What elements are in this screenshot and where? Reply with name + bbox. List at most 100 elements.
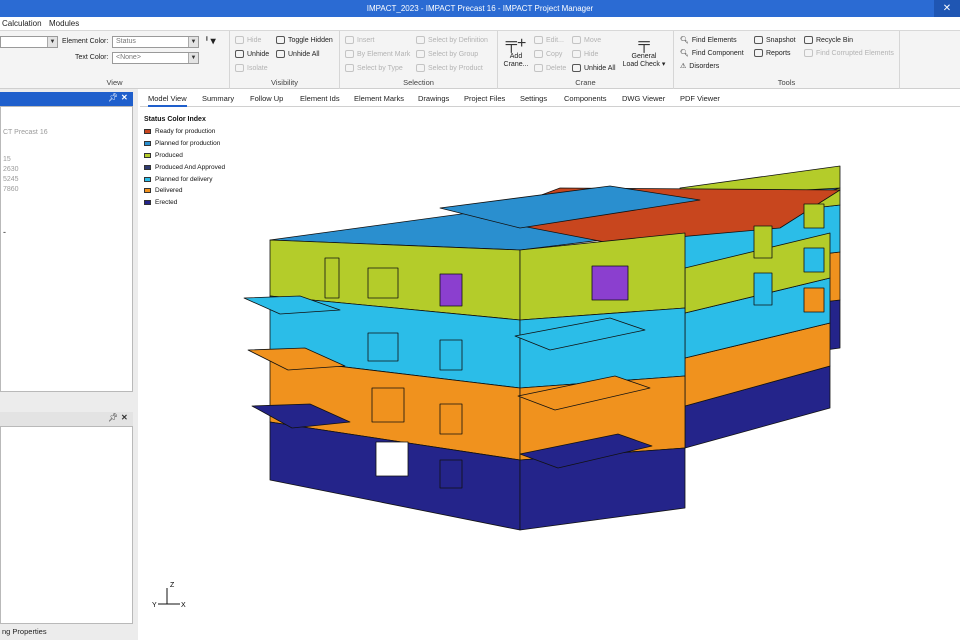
legend-item: Produced bbox=[144, 150, 225, 162]
report-icon bbox=[754, 49, 763, 57]
pin-icon[interactable]: 📌︎ bbox=[108, 413, 118, 422]
reports-button[interactable]: Reports bbox=[754, 49, 791, 57]
panel-header-bottom: 📌︎ ✕ bbox=[0, 412, 133, 426]
camera-icon bbox=[754, 36, 763, 44]
tree-item[interactable]: 15 bbox=[3, 156, 11, 163]
insert-button[interactable]: Insert bbox=[345, 36, 375, 44]
tree-item[interactable]: 7860 bbox=[3, 186, 19, 193]
text-color-select[interactable]: <None> ▼ bbox=[112, 52, 199, 64]
legend-item: Ready for production bbox=[144, 126, 225, 138]
tab-summary[interactable]: Summary bbox=[202, 94, 234, 103]
toggle-icon bbox=[276, 36, 285, 44]
crane-unhide-all-button[interactable]: Unhide All bbox=[572, 64, 616, 72]
legend-item: Planned for production bbox=[144, 138, 225, 150]
tab-components[interactable]: Components bbox=[564, 94, 607, 103]
building-3d-model[interactable] bbox=[140, 108, 960, 640]
snapshot-button[interactable]: Snapshot bbox=[754, 36, 796, 44]
unhide-all-button[interactable]: Unhide All bbox=[276, 50, 320, 58]
tab-element-marks[interactable]: Element Marks bbox=[354, 94, 404, 103]
select-by-group-button[interactable]: Select by Group bbox=[416, 50, 478, 58]
ribbon-group-visibility: Hide Unhide Isolate Toggle Hidden Unhide… bbox=[230, 31, 340, 89]
tab-element-ids[interactable]: Element Ids bbox=[300, 94, 340, 103]
left-dropdown[interactable]: ▼ bbox=[0, 36, 58, 48]
close-icon[interactable]: ✕ bbox=[121, 413, 128, 422]
model-viewport[interactable]: Status Color Index Ready for production P… bbox=[140, 108, 960, 640]
pin-icon[interactable]: 📌︎ bbox=[108, 93, 118, 102]
tab-dwg-viewer[interactable]: DWG Viewer bbox=[622, 94, 665, 103]
tab-pdf-viewer[interactable]: PDF Viewer bbox=[680, 94, 720, 103]
axis-y-label: Y bbox=[152, 602, 157, 609]
tab-bar: Model View Summary Follow Up Element Ids… bbox=[140, 91, 960, 107]
menu-modules[interactable]: Modules bbox=[49, 19, 79, 28]
tab-project-files[interactable]: Project Files bbox=[464, 94, 505, 103]
corrupted-icon bbox=[804, 49, 813, 57]
select-by-definition-button[interactable]: Select by Definition bbox=[416, 36, 488, 44]
group-label-crane: Crane bbox=[575, 78, 596, 87]
warning-icon: ⚠ bbox=[680, 63, 687, 70]
properties-panel bbox=[0, 426, 133, 624]
ribbon-group-tools: 🔍︎ Find Elements 🔍︎ Find Component ⚠ Disord… bbox=[674, 31, 900, 89]
tab-follow-up[interactable]: Follow Up bbox=[250, 94, 283, 103]
legend-swatch bbox=[144, 188, 151, 194]
eye-icon bbox=[276, 50, 285, 58]
group-label-selection: Selection bbox=[403, 78, 434, 87]
tree-item[interactable]: 5245 bbox=[3, 176, 19, 183]
select-by-product-button[interactable]: Select by Product bbox=[416, 64, 483, 72]
group-label-tools: Tools bbox=[777, 78, 796, 87]
info-icon[interactable]: ⁱ ▾ bbox=[206, 36, 216, 47]
recycle-bin-button[interactable]: Recycle Bin bbox=[804, 36, 853, 44]
legend-swatch bbox=[144, 176, 151, 182]
tree-item[interactable]: 2630 bbox=[3, 166, 19, 173]
crane-delete-button[interactable]: Delete bbox=[534, 64, 566, 72]
window-titlebar: IMPACT_2023 - IMPACT Precast 16 - IMPACT… bbox=[0, 0, 960, 17]
legend-swatch bbox=[144, 129, 151, 135]
type-icon bbox=[345, 64, 354, 72]
add-crane-button[interactable]: ╤+ Add Crane... bbox=[502, 35, 530, 69]
element-color-select[interactable]: Status ▼ bbox=[112, 36, 199, 48]
move-icon bbox=[572, 36, 581, 44]
tab-model-view[interactable]: Model View bbox=[148, 94, 187, 107]
axis-z-label: Z bbox=[170, 582, 175, 589]
window-title: IMPACT_2023 - IMPACT Precast 16 - IMPACT… bbox=[366, 4, 594, 13]
find-component-button[interactable]: 🔍︎ Find Component bbox=[680, 49, 744, 58]
toggle-hidden-button[interactable]: Toggle Hidden bbox=[276, 36, 333, 44]
legend-title: Status Color Index bbox=[144, 116, 206, 123]
legend-item: Planned for delivery bbox=[144, 173, 225, 185]
isolate-button[interactable]: Isolate bbox=[235, 64, 268, 72]
crane-hide-button[interactable]: Hide bbox=[572, 50, 598, 58]
legend-label: Ready for production bbox=[155, 128, 216, 136]
copy-icon bbox=[534, 50, 543, 58]
tree-item[interactable]: CT Precast 16 bbox=[3, 129, 48, 136]
select-by-type-button[interactable]: Select by Type bbox=[345, 64, 403, 72]
hide-button[interactable]: Hide bbox=[235, 36, 261, 44]
close-window-icon[interactable]: ✕ bbox=[934, 0, 960, 17]
unhide-button[interactable]: Unhide bbox=[235, 50, 269, 58]
axis-gizmo: Z X Y bbox=[150, 578, 190, 614]
legend-label: Erected bbox=[155, 199, 178, 207]
find-elements-button[interactable]: 🔍︎ Find Elements bbox=[680, 36, 737, 45]
group-label-visibility: Visibility bbox=[271, 78, 298, 87]
general-load-check-button[interactable]: ╤ General Load Check ▾ bbox=[620, 35, 668, 69]
eye-icon bbox=[572, 50, 581, 58]
tree-marker: - bbox=[3, 227, 6, 237]
tab-settings[interactable]: Settings bbox=[520, 94, 547, 103]
properties-tab[interactable]: ng Properties bbox=[0, 625, 49, 638]
by-element-mark-button[interactable]: By Element Mark bbox=[345, 50, 410, 58]
find-corrupted-elements-button[interactable]: Find Corrupted Elements bbox=[804, 49, 894, 57]
search-icon: 🔍︎ bbox=[680, 37, 689, 44]
edit-icon bbox=[534, 36, 543, 44]
crane-copy-button[interactable]: Copy bbox=[534, 50, 562, 58]
tab-drawings[interactable]: Drawings bbox=[418, 94, 449, 103]
crane-add-icon: ╤+ bbox=[505, 35, 527, 52]
menu-bar: Calculation Modules bbox=[0, 17, 960, 31]
mark-icon bbox=[345, 50, 354, 58]
group-label-view: View bbox=[106, 78, 123, 87]
menu-calculation[interactable]: Calculation bbox=[2, 19, 42, 28]
crane-edit-button[interactable]: Edit... bbox=[534, 36, 564, 44]
close-icon[interactable]: ✕ bbox=[121, 93, 128, 102]
ribbon-group-crane: ╤+ Add Crane... Edit... Copy Delete Move H… bbox=[498, 31, 674, 89]
disorders-button[interactable]: ⚠ Disorders bbox=[680, 62, 719, 71]
element-color-label: Element Color: bbox=[62, 38, 109, 45]
crane-move-button[interactable]: Move bbox=[572, 36, 601, 44]
axis-x-label: X bbox=[181, 602, 186, 609]
